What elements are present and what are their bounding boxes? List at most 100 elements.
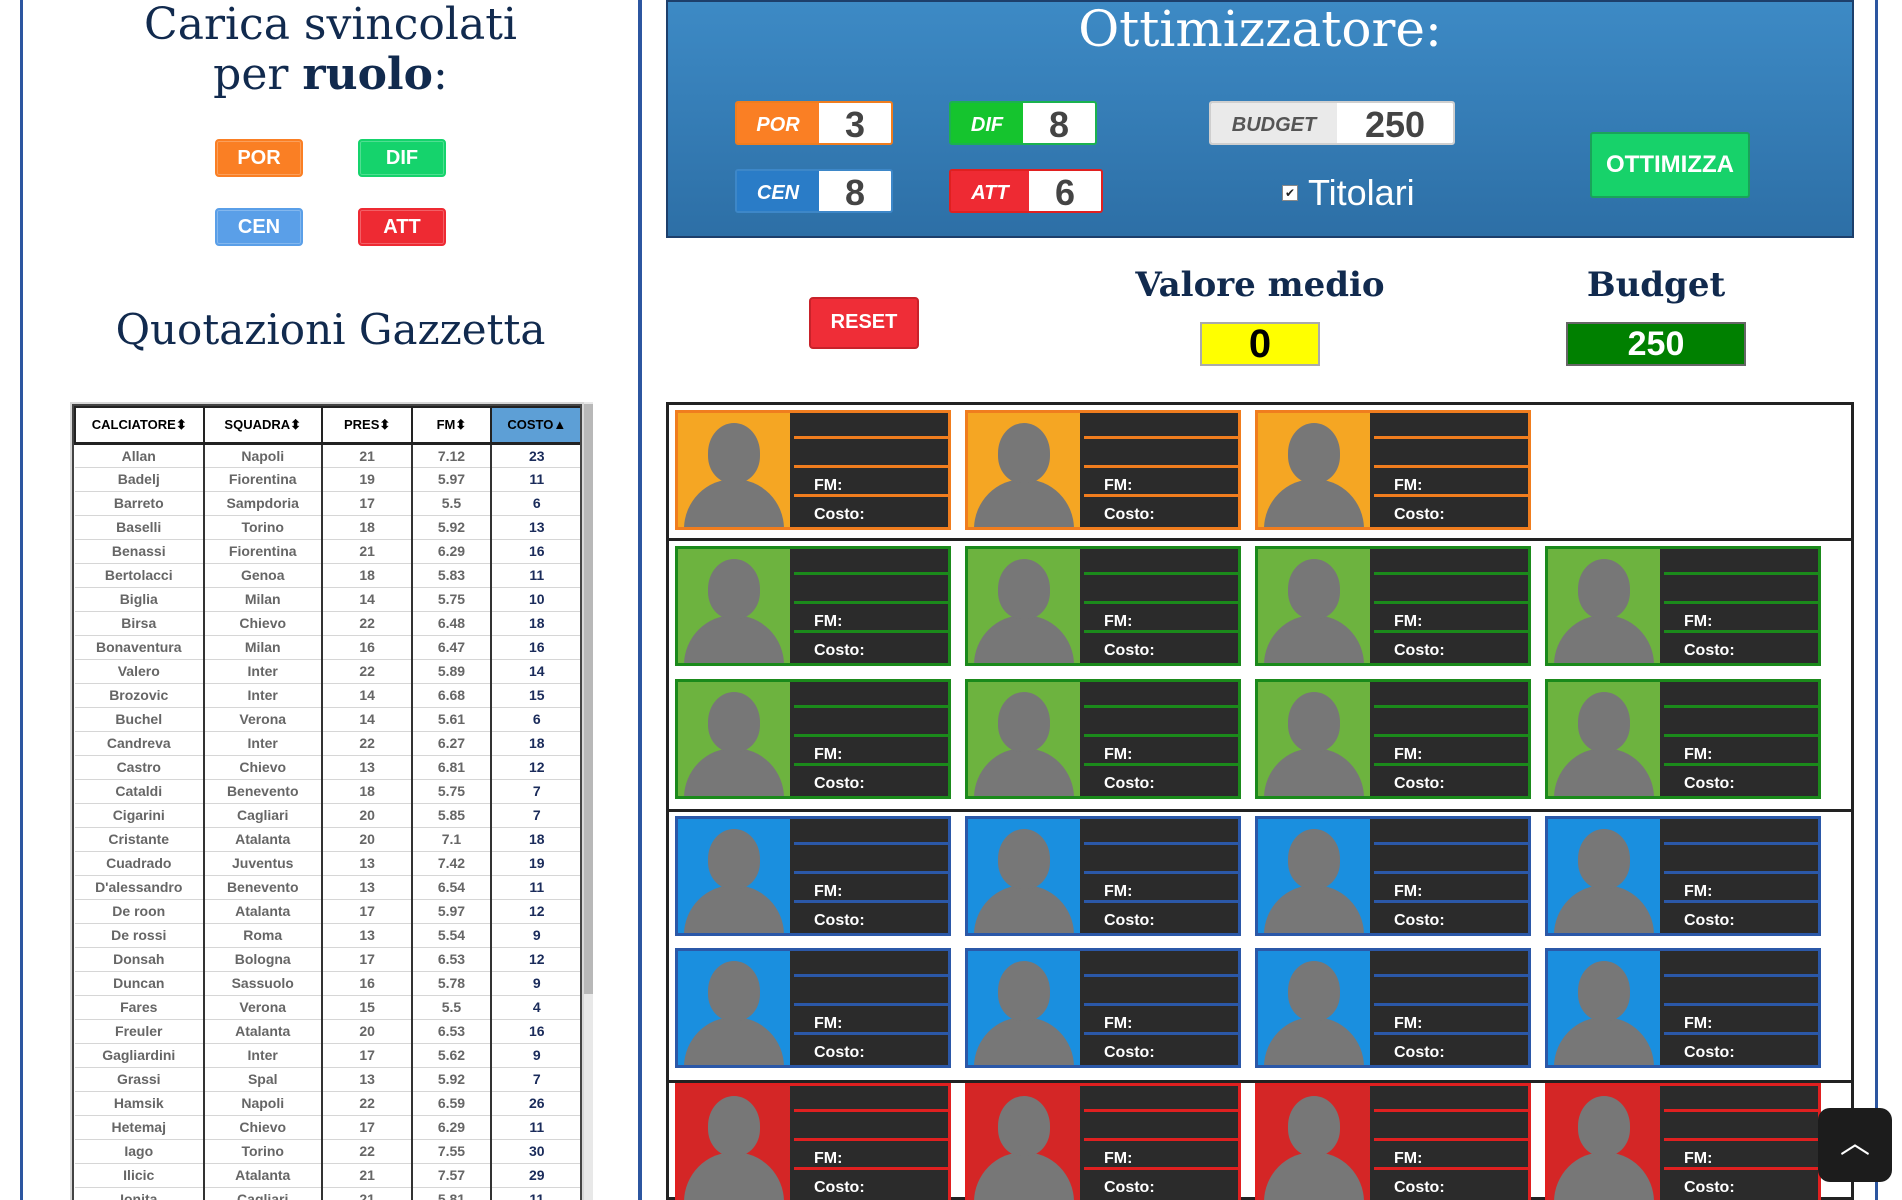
table-row[interactable]: Iago Torino 22 7.55 30 (75, 1139, 580, 1164)
player-card-cen[interactable]: FM: Costo: (1545, 816, 1821, 936)
player-card-cen[interactable]: FM: Costo: (1545, 948, 1821, 1068)
load-att-button[interactable]: ATT (358, 208, 446, 246)
table-row[interactable]: Allan Napoli 21 7.12 23 (75, 443, 580, 468)
table-row[interactable]: Gagliardini Inter 17 5.62 9 (75, 1043, 580, 1068)
table-row[interactable]: Baselli Torino 18 5.92 13 (75, 515, 580, 540)
table-cell-costo: 26 (490, 1091, 580, 1116)
load-dif-button[interactable]: DIF (358, 139, 446, 177)
table-cell-costo: 19 (490, 851, 580, 876)
por-count-input[interactable]: 3 (819, 103, 891, 143)
table-row[interactable]: Candreva Inter 22 6.27 18 (75, 731, 580, 756)
table-row[interactable]: Cristante Atalanta 20 7.1 18 (75, 827, 580, 852)
cen-count-input[interactable]: 8 (819, 171, 891, 211)
player-avatar-icon (1258, 549, 1370, 663)
player-cost-slot: Costo: (1084, 1040, 1238, 1064)
table-row[interactable]: Badelj Fiorentina 19 5.97 11 (75, 467, 580, 492)
table-scrollbar-thumb[interactable] (584, 404, 593, 994)
player-card-cen[interactable]: FM: Costo: (1255, 948, 1531, 1068)
column-header-calciatore[interactable]: CALCIATORE⬍ (74, 406, 205, 445)
player-team-slot (1664, 982, 1818, 1006)
player-cost-slot: Costo: (1084, 502, 1238, 526)
player-card-por[interactable]: FM: Costo: (675, 410, 951, 530)
budget-input[interactable]: 250 (1337, 103, 1453, 143)
player-card-por[interactable]: FM: Costo: (1255, 410, 1531, 530)
table-row[interactable]: De roon Atalanta 17 5.97 12 (75, 899, 580, 924)
titolari-option[interactable]: ✔ Titolari (1282, 172, 1415, 214)
table-row[interactable]: Bertolacci Genoa 18 5.83 11 (75, 563, 580, 588)
player-card-att[interactable]: FM: Costo: (1255, 1083, 1531, 1200)
column-header-pres[interactable]: PRES⬍ (320, 406, 414, 445)
player-card-cen[interactable]: FM: Costo: (965, 948, 1241, 1068)
table-cell-calciatore: Gagliardini (75, 1043, 205, 1068)
table-row[interactable]: Benassi Fiorentina 21 6.29 16 (75, 539, 580, 564)
player-card-cen[interactable]: FM: Costo: (675, 816, 951, 936)
table-cell-fm: 5.81 (412, 1187, 492, 1200)
player-card-att[interactable]: FM: Costo: (675, 1083, 951, 1200)
budget-field: BUDGET 250 (1209, 101, 1455, 145)
table-row[interactable]: Buchel Verona 14 5.61 6 (75, 707, 580, 732)
column-header-costo[interactable]: COSTO▲ (489, 406, 580, 445)
att-count-field: ATT 6 (949, 169, 1103, 213)
table-row[interactable]: Duncan Sassuolo 16 5.78 9 (75, 971, 580, 996)
avatar-shoulders (1264, 885, 1364, 933)
table-row[interactable]: Grassi Spal 13 5.92 7 (75, 1067, 580, 1092)
player-avatar-icon (1258, 819, 1370, 933)
player-card-att[interactable]: FM: Costo: (1545, 1083, 1821, 1200)
load-cen-button[interactable]: CEN (215, 208, 303, 246)
table-row[interactable]: Barreto Sampdoria 17 5.5 6 (75, 491, 580, 516)
player-card-dif[interactable]: FM: Costo: (675, 679, 951, 799)
player-card-dif[interactable]: FM: Costo: (1545, 679, 1821, 799)
table-row[interactable]: Donsah Bologna 17 6.53 12 (75, 947, 580, 972)
table-cell-calciatore: Birsa (75, 611, 205, 636)
player-card-cen[interactable]: FM: Costo: (675, 948, 951, 1068)
att-count-input[interactable]: 6 (1029, 171, 1101, 211)
table-row[interactable]: Castro Chievo 13 6.81 12 (75, 755, 580, 780)
column-header-fm[interactable]: FM⬍ (411, 406, 492, 445)
table-row[interactable]: Brozovic Inter 14 6.68 15 (75, 683, 580, 708)
avatar-shoulders (1554, 885, 1654, 933)
player-card-dif[interactable]: FM: Costo: (965, 546, 1241, 666)
ottimizza-button[interactable]: OTTIMIZZA (1590, 132, 1750, 198)
table-row[interactable]: Fares Verona 15 5.5 4 (75, 995, 580, 1020)
table-row[interactable]: Bonaventura Milan 16 6.47 16 (75, 635, 580, 660)
quotazioni-table: CALCIATORE⬍ SQUADRA⬍ PRES⬍ FM⬍ COSTO▲ Allan N… (74, 406, 580, 1200)
player-card-por[interactable]: FM: Costo: (965, 410, 1241, 530)
table-row[interactable]: Biglia Milan 14 5.75 10 (75, 587, 580, 612)
table-row[interactable]: Valero Inter 22 5.89 14 (75, 659, 580, 684)
player-name-slot (794, 551, 948, 575)
scroll-to-top-button[interactable]: ︿ (1818, 1108, 1892, 1182)
table-cell-costo: 23 (490, 443, 580, 468)
player-team-slot (1664, 1117, 1818, 1141)
table-row[interactable]: De rossi Roma 13 5.54 9 (75, 923, 580, 948)
table-row[interactable]: Cigarini Cagliari 20 5.85 7 (75, 803, 580, 828)
player-cost-slot: Costo: (1084, 1175, 1238, 1199)
table-row[interactable]: Cataldi Benevento 18 5.75 7 (75, 779, 580, 804)
table-row[interactable]: Hetemaj Chievo 17 6.29 11 (75, 1115, 580, 1140)
player-card-dif[interactable]: FM: Costo: (1255, 546, 1531, 666)
player-card-dif[interactable]: FM: Costo: (675, 546, 951, 666)
player-card-dif[interactable]: FM: Costo: (965, 679, 1241, 799)
reset-button[interactable]: RESET (809, 297, 919, 349)
column-header-squadra[interactable]: SQUADRA⬍ (202, 406, 323, 445)
load-por-button[interactable]: POR (215, 139, 303, 177)
table-row[interactable]: Hamsik Napoli 22 6.59 26 (75, 1091, 580, 1116)
titolari-checkbox[interactable]: ✔ (1282, 185, 1298, 201)
player-card-dif[interactable]: FM: Costo: (1255, 679, 1531, 799)
player-card-cen[interactable]: FM: Costo: (1255, 816, 1531, 936)
table-row[interactable]: Freuler Atalanta 20 6.53 16 (75, 1019, 580, 1044)
sort-icon: ⬍ (455, 416, 467, 432)
player-card-cen[interactable]: FM: Costo: (965, 816, 1241, 936)
table-cell-calciatore: Benassi (75, 539, 205, 564)
player-fm-slot: FM: (794, 473, 948, 497)
table-cell-fm: 6.54 (412, 875, 492, 900)
dif-count-input[interactable]: 8 (1023, 103, 1095, 143)
player-card-dif[interactable]: FM: Costo: (1545, 546, 1821, 666)
player-fm-slot: FM: (1084, 1011, 1238, 1035)
table-row[interactable]: Ionita Cagliari 21 5.81 11 (75, 1187, 580, 1200)
player-cost-slot: Costo: (794, 1175, 948, 1199)
table-row[interactable]: Cuadrado Juventus 13 7.42 19 (75, 851, 580, 876)
player-card-att[interactable]: FM: Costo: (965, 1083, 1241, 1200)
table-row[interactable]: D'alessandro Benevento 13 6.54 11 (75, 875, 580, 900)
table-row[interactable]: Ilicic Atalanta 21 7.57 29 (75, 1163, 580, 1188)
table-row[interactable]: Birsa Chievo 22 6.48 18 (75, 611, 580, 636)
